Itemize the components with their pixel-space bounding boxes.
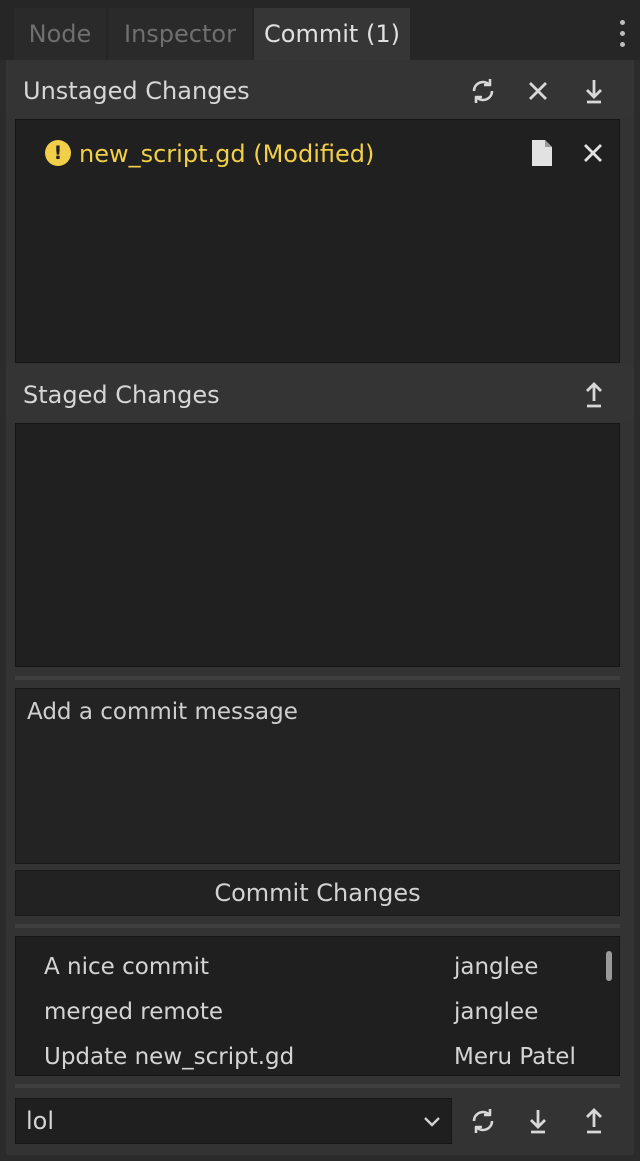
table-row[interactable]: Update new_script.gd Meru Patel: [16, 1036, 604, 1075]
push-icon[interactable]: [579, 1106, 609, 1136]
staged-title: Staged Changes: [23, 381, 220, 409]
table-row[interactable]: A nice commit janglee: [16, 946, 604, 988]
commit-button[interactable]: Commit Changes: [15, 870, 620, 916]
tab-node[interactable]: Node: [14, 8, 106, 60]
commit-author: janglee: [454, 954, 539, 980]
commit-message: Update new_script.gd: [44, 1044, 295, 1070]
scrollbar[interactable]: [606, 951, 612, 981]
commit-history-list: A nice commit janglee merged remote jang…: [15, 936, 620, 1076]
chevron-down-icon: [422, 1111, 442, 1131]
unstaged-header: Unstaged Changes: [6, 62, 634, 118]
unstage-all-icon[interactable]: [579, 380, 609, 410]
branch-select[interactable]: lol: [15, 1098, 452, 1144]
commit-author: janglee: [454, 999, 539, 1025]
kebab-menu-icon[interactable]: [612, 16, 632, 52]
warning-icon: [45, 140, 71, 166]
commit-author: Meru Patel: [454, 1044, 576, 1070]
fetch-refresh-icon[interactable]: [468, 1106, 498, 1136]
discard-all-icon[interactable]: [523, 76, 553, 106]
branch-value: lol: [26, 1107, 55, 1135]
commit-message: merged remote: [44, 999, 224, 1025]
divider: [15, 924, 620, 928]
tab-inspector[interactable]: Inspector: [108, 8, 252, 60]
refresh-icon[interactable]: [468, 76, 498, 106]
commit-message-input[interactable]: [15, 688, 620, 864]
unstaged-title: Unstaged Changes: [23, 77, 250, 105]
staged-list: [15, 423, 620, 667]
vcs-dock: Node Inspector Commit (1) Unstaged Chang…: [0, 0, 640, 1161]
divider: [15, 1084, 620, 1088]
file-label: new_script.gd (Modified): [79, 140, 375, 168]
divider: [15, 676, 620, 680]
staged-header: Staged Changes: [6, 366, 634, 422]
list-item[interactable]: new_script.gd (Modified): [16, 134, 619, 174]
discard-file-icon[interactable]: [578, 138, 608, 168]
table-row[interactable]: merged remote janglee: [16, 991, 604, 1033]
pull-icon[interactable]: [523, 1106, 553, 1136]
commit-message: A nice commit: [44, 954, 210, 980]
unstaged-list: new_script.gd (Modified): [15, 119, 620, 363]
tab-bar: Node Inspector Commit (1): [0, 0, 640, 60]
stage-all-icon[interactable]: [579, 76, 609, 106]
file-icon[interactable]: [529, 138, 555, 168]
tab-commit[interactable]: Commit (1): [254, 8, 410, 60]
